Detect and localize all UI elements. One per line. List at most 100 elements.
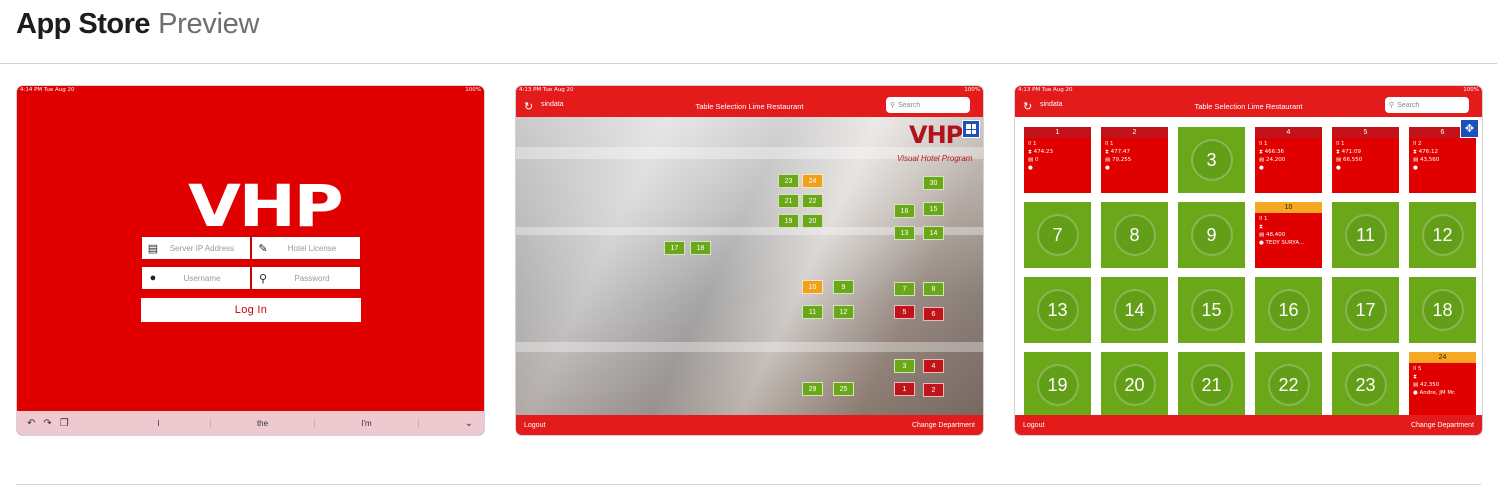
guests-value: ⌷ 2 bbox=[1413, 141, 1422, 147]
floor-table-1[interactable]: 1 bbox=[894, 382, 915, 396]
floor-table-2[interactable]: 2 bbox=[923, 383, 944, 397]
password-field[interactable]: ⚲ Password bbox=[251, 266, 361, 290]
floor-table-4[interactable]: 4 bbox=[923, 359, 944, 373]
search-icon: ⚲ bbox=[1389, 102, 1395, 109]
grid-table-2[interactable]: 2 ⌷ 1 ⧗ 477:47 ▤ 79,255 ● bbox=[1101, 127, 1168, 193]
page-title: App Store Preview bbox=[16, 8, 259, 44]
undo-icon[interactable]: ↶ bbox=[27, 418, 35, 429]
floor-table-21[interactable]: 21 bbox=[778, 194, 799, 208]
guest-value: ● bbox=[1336, 165, 1341, 171]
change-department-button[interactable]: Change Department bbox=[912, 422, 975, 429]
server-ip-field[interactable]: ▤ Server IP Address bbox=[141, 236, 251, 260]
floor-table-5[interactable]: 5 bbox=[894, 305, 915, 319]
floor-table-19[interactable]: 19 bbox=[778, 214, 799, 228]
redo-icon[interactable]: ↷ bbox=[43, 418, 51, 429]
floor-table-24[interactable]: 24 bbox=[802, 174, 823, 188]
grid-table-8[interactable]: 8 bbox=[1101, 202, 1168, 268]
grid-table-23[interactable]: 23 bbox=[1332, 352, 1399, 418]
grid-table-24[interactable]: 24 ⌷ 5 ⧗ ▤ 42,350 ● Andre, JM Mr. bbox=[1409, 352, 1476, 418]
vhp-caption: Visual Hotel Program bbox=[897, 154, 973, 163]
table-number: 19 bbox=[1036, 364, 1079, 406]
grid-table-22[interactable]: 22 bbox=[1255, 352, 1322, 418]
table-number: 17 bbox=[1344, 289, 1387, 331]
chevron-down-icon[interactable]: ⌄ bbox=[454, 418, 484, 429]
floor-table-9[interactable]: 9 bbox=[833, 280, 854, 294]
grid-view-icon[interactable] bbox=[962, 120, 980, 138]
grid-table-15[interactable]: 15 bbox=[1178, 277, 1245, 343]
screenshot-floorplan[interactable]: 4:13 PM Tue Aug 20 100% ↻ sindata Table … bbox=[515, 85, 984, 436]
floor-table-20[interactable]: 20 bbox=[802, 214, 823, 228]
logout-button[interactable]: Logout bbox=[524, 422, 545, 429]
floor-table-22[interactable]: 22 bbox=[802, 194, 823, 208]
move-icon[interactable]: ✥ bbox=[1460, 119, 1479, 138]
nav-bar: 4:13 PM Tue Aug 20 100% ↻ sindata Table … bbox=[1015, 86, 1482, 117]
grid-table-13[interactable]: 13 bbox=[1024, 277, 1091, 343]
table-number: 8 bbox=[1113, 214, 1156, 256]
table-number: 16 bbox=[1267, 289, 1310, 331]
suggestion-2[interactable]: the bbox=[211, 418, 315, 428]
hotel-license-field[interactable]: ✎ Hotel License bbox=[251, 236, 361, 260]
floor-table-6[interactable]: 6 bbox=[923, 307, 944, 321]
search-input[interactable]: ⚲ Search bbox=[1385, 97, 1469, 113]
status-time: 4:13 PM Tue Aug 20 bbox=[1018, 87, 1073, 93]
table-number: 9 bbox=[1190, 214, 1233, 256]
username-placeholder: Username bbox=[183, 273, 221, 283]
vhp-logo: VHP bbox=[909, 121, 963, 149]
grid-table-19[interactable]: 19 bbox=[1024, 352, 1091, 418]
amount-value: ▤ 42,350 bbox=[1413, 382, 1440, 388]
grid-table-5[interactable]: 5 ⌷ 1 ⧗ 471:09 ▤ 66,550 ● bbox=[1332, 127, 1399, 193]
grid-table-12[interactable]: 12 bbox=[1409, 202, 1476, 268]
floor-table-30[interactable]: 30 bbox=[923, 176, 944, 190]
screenshot-login[interactable]: 4:14 PM Tue Aug 20 100% VHP ▤ Server IP … bbox=[16, 85, 485, 436]
amount-value: ▤ 24,200 bbox=[1259, 157, 1286, 163]
hotel-license-placeholder: Hotel License bbox=[287, 243, 337, 253]
grid-table-17[interactable]: 17 bbox=[1332, 277, 1399, 343]
change-department-button[interactable]: Change Department bbox=[1411, 422, 1474, 429]
time-value: ⧗ 477:47 bbox=[1105, 149, 1130, 155]
floor-table-18[interactable]: 18 bbox=[690, 241, 711, 255]
login-button[interactable]: Log In bbox=[141, 298, 361, 322]
floor-table-25[interactable]: 25 bbox=[833, 382, 854, 396]
floor-table-8[interactable]: 8 bbox=[923, 282, 944, 296]
suggestion-1[interactable]: I bbox=[107, 418, 211, 428]
paste-icon[interactable]: ❐ bbox=[60, 418, 69, 429]
floor-table-3[interactable]: 3 bbox=[894, 359, 915, 373]
floor-table-13[interactable]: 13 bbox=[894, 226, 915, 240]
table-number: 5 bbox=[1332, 127, 1399, 138]
grid-table-9[interactable]: 9 bbox=[1178, 202, 1245, 268]
grid-table-4[interactable]: 4 ⌷ 1 ⧗ 466:36 ▤ 24,200 ● bbox=[1255, 127, 1322, 193]
username-field[interactable]: ● Username bbox=[141, 266, 251, 290]
grid-table-16[interactable]: 16 bbox=[1255, 277, 1322, 343]
table-number: 2 bbox=[1101, 127, 1168, 138]
floor-table-23[interactable]: 23 bbox=[778, 174, 799, 188]
grid-table-14[interactable]: 14 bbox=[1101, 277, 1168, 343]
floor-table-17[interactable]: 17 bbox=[664, 241, 685, 255]
floor-table-15[interactable]: 15 bbox=[923, 202, 944, 216]
amount-value: ▤ 66,550 bbox=[1336, 157, 1363, 163]
table-info: ⌷ 1 ⧗ 477:47 ▤ 79,255 ● bbox=[1101, 138, 1168, 174]
floor-table-16[interactable]: 16 bbox=[894, 204, 915, 218]
screenshot-table-grid[interactable]: 4:13 PM Tue Aug 20 100% ↻ sindata Table … bbox=[1014, 85, 1483, 436]
floor-table-29[interactable]: 29 bbox=[802, 382, 823, 396]
suggestion-3[interactable]: I'm bbox=[315, 418, 419, 428]
floor-table-11[interactable]: 11 bbox=[802, 305, 823, 319]
grid-table-21[interactable]: 21 bbox=[1178, 352, 1245, 418]
time-value: ⧗ 466:36 bbox=[1259, 149, 1284, 155]
grid-table-1[interactable]: 1 ⌷ 1 ⧗ 474:23 ▤ 0 ● bbox=[1024, 127, 1091, 193]
floor-table-14[interactable]: 14 bbox=[923, 226, 944, 240]
floor-table-12[interactable]: 12 bbox=[833, 305, 854, 319]
search-input[interactable]: ⚲ Search bbox=[886, 97, 970, 113]
table-number: 1 bbox=[1024, 127, 1091, 138]
floor-table-7[interactable]: 7 bbox=[894, 282, 915, 296]
grid-table-20[interactable]: 20 bbox=[1101, 352, 1168, 418]
grid-table-18[interactable]: 18 bbox=[1409, 277, 1476, 343]
table-number: 23 bbox=[1344, 364, 1387, 406]
logout-button[interactable]: Logout bbox=[1023, 422, 1044, 429]
floor-table-10[interactable]: 10 bbox=[802, 280, 823, 294]
grid-table-11[interactable]: 11 bbox=[1332, 202, 1399, 268]
grid-table-10[interactable]: 10 ⌷ 1 ⧗ ▤ 48,400 ● TEDY SURYA... bbox=[1255, 202, 1322, 268]
grid-table-7[interactable]: 7 bbox=[1024, 202, 1091, 268]
table-number: 22 bbox=[1267, 364, 1310, 406]
table-number: 20 bbox=[1113, 364, 1156, 406]
grid-table-3[interactable]: 3 bbox=[1178, 127, 1245, 193]
